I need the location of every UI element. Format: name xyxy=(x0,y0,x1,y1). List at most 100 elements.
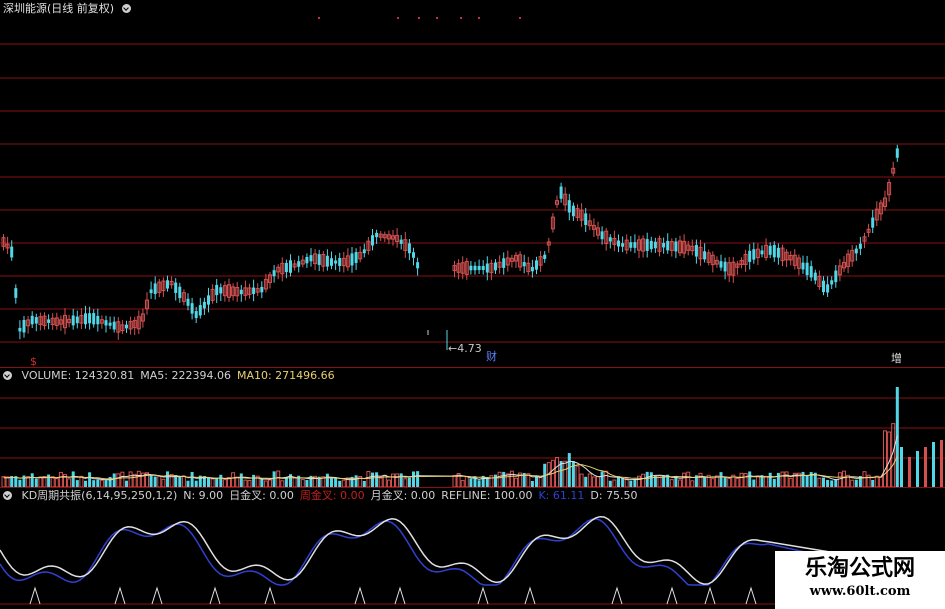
candle-body xyxy=(338,258,342,266)
candle-body xyxy=(317,254,321,265)
watermark-title: 乐淘公式网 xyxy=(804,555,915,581)
dropdown-icon[interactable] xyxy=(121,4,131,13)
volume-bar xyxy=(116,473,121,488)
finance-marker[interactable]: 财 xyxy=(486,350,497,364)
volume-bar xyxy=(161,478,166,488)
volume-bar xyxy=(157,475,162,488)
candle-body xyxy=(166,280,169,289)
candle-body xyxy=(621,243,625,247)
volume-bar xyxy=(743,473,748,488)
signal-triangle xyxy=(151,586,163,605)
volume-bar xyxy=(830,480,834,487)
volume-bar xyxy=(341,479,346,488)
volume-bar xyxy=(305,479,309,487)
low-price-marker: ←4.73 xyxy=(448,342,482,355)
volume-bar xyxy=(698,472,703,488)
volume-bar xyxy=(575,465,580,488)
candle-body xyxy=(202,301,206,309)
candle-body xyxy=(768,245,772,255)
volume-bar xyxy=(579,473,584,488)
candle-body xyxy=(215,284,219,296)
volume-bar xyxy=(386,479,391,488)
candle-body xyxy=(149,289,153,294)
volume-bar xyxy=(924,447,927,487)
volume-bar xyxy=(260,478,264,487)
candle-body xyxy=(399,239,403,244)
candle-body xyxy=(362,249,366,254)
candle-body xyxy=(84,313,87,325)
volume-bar xyxy=(862,471,867,488)
candle-body xyxy=(92,313,96,325)
watermark: 乐淘公式网 www.60lt.com xyxy=(775,551,945,609)
candle-body xyxy=(22,319,26,333)
volume-bar xyxy=(854,479,858,487)
volume-bar xyxy=(75,480,79,487)
candle-body xyxy=(30,315,34,325)
candle-body xyxy=(108,322,112,326)
candle-body xyxy=(522,262,526,267)
volume-bar xyxy=(600,471,604,487)
candle-body xyxy=(104,320,108,326)
increase-marker[interactable]: 增 xyxy=(891,352,902,366)
stock-chart-canvas[interactable] xyxy=(0,0,945,609)
kd-legend-item: 日金叉: 0.00 xyxy=(229,489,294,502)
candle-body xyxy=(871,217,875,228)
settings-icon[interactable] xyxy=(3,371,12,380)
volume-bar xyxy=(366,471,371,488)
volume-bar xyxy=(243,479,248,488)
volume-bar xyxy=(669,479,674,488)
signal-triangle xyxy=(209,586,221,605)
volume-bar xyxy=(497,471,502,488)
signal-triangle xyxy=(524,586,536,605)
candle-body xyxy=(305,257,309,264)
volume-bar xyxy=(538,476,543,488)
volume-bar xyxy=(222,479,227,488)
candle-body xyxy=(502,258,506,268)
volume-bar xyxy=(18,479,22,487)
price-gridlines xyxy=(0,17,945,605)
top-dot xyxy=(436,17,438,19)
volume-bar xyxy=(215,478,219,487)
candle-body xyxy=(284,262,288,273)
candle-body xyxy=(18,327,22,332)
candle-body xyxy=(10,246,14,258)
volume-bar xyxy=(96,479,100,487)
volume-bar xyxy=(822,477,825,487)
volume-bar xyxy=(748,471,752,487)
top-dot xyxy=(519,17,521,19)
volume-bar xyxy=(826,479,830,487)
volume-bar xyxy=(67,478,72,488)
signal-triangle xyxy=(666,586,678,605)
candle-body xyxy=(153,283,157,294)
settings-icon[interactable] xyxy=(3,491,12,500)
candle-body xyxy=(662,242,666,248)
volume-bar xyxy=(276,470,281,488)
kd-legend-item: 周金叉: 0.00 xyxy=(299,489,365,502)
volume-bar xyxy=(92,480,96,487)
candle-body xyxy=(334,260,338,264)
candle-body xyxy=(112,321,116,330)
candle-body xyxy=(477,265,481,271)
volume-bar xyxy=(300,479,305,488)
candle-body xyxy=(178,286,182,299)
volume-bar xyxy=(678,479,682,488)
volume-bar xyxy=(591,476,596,488)
candle-body xyxy=(571,205,575,217)
volume-bar xyxy=(210,478,215,488)
signal-triangle xyxy=(29,586,41,605)
candle-body xyxy=(289,260,292,273)
volume-legend-item: VOLUME: 124320.81 xyxy=(21,369,135,382)
kd-legend-item: KD周期共振(6,14,95,250,1,2) xyxy=(21,489,178,502)
volume-bar xyxy=(780,471,785,488)
candle-body xyxy=(834,270,838,283)
volume-bar xyxy=(509,470,514,488)
candle-body xyxy=(219,287,223,294)
volume-bar xyxy=(682,472,687,488)
signal-triangle xyxy=(477,586,489,605)
volume-bar xyxy=(940,440,943,487)
candle-body xyxy=(325,255,329,267)
candle-body xyxy=(125,324,128,329)
volume-bar xyxy=(136,470,141,488)
candle-body xyxy=(645,239,649,251)
volume-bar xyxy=(842,470,846,488)
